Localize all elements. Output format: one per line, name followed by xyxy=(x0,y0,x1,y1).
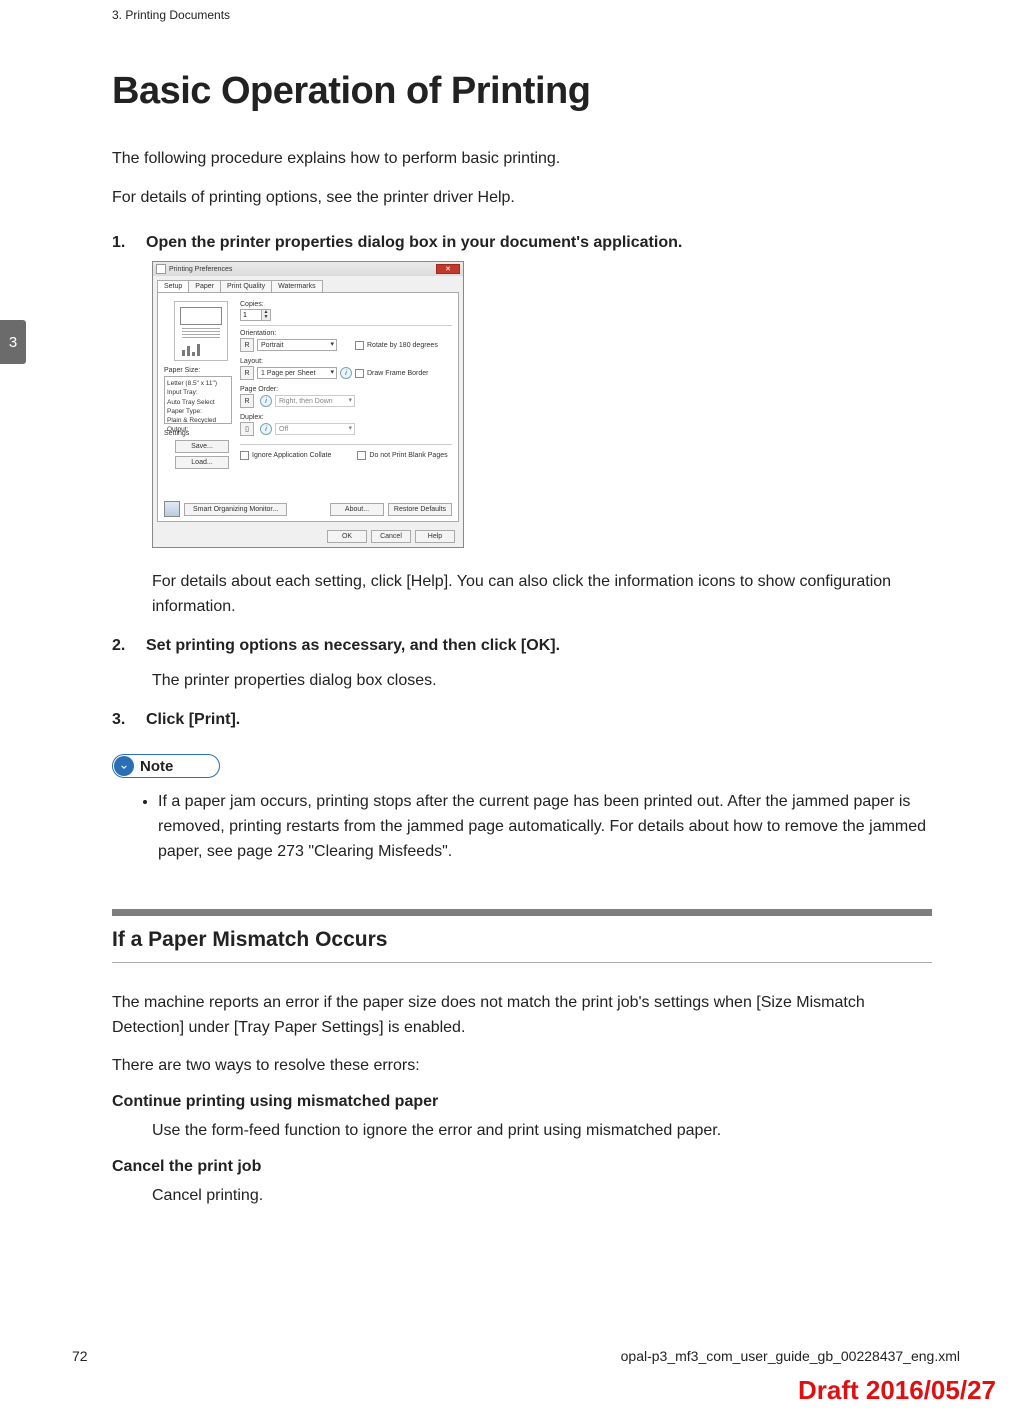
page-preview xyxy=(174,301,228,361)
list-item: Auto Tray Select xyxy=(167,398,229,407)
printing-preferences-dialog: Printing Preferences ✕ Setup Paper Print… xyxy=(152,261,464,548)
help-button[interactable]: Help xyxy=(415,530,455,543)
paper-settings-list[interactable]: Letter (8.5" x 11") Input Tray: Auto Tra… xyxy=(164,376,232,424)
settings-label: Settings xyxy=(164,430,240,437)
dialog-titlebar: Printing Preferences ✕ xyxy=(153,262,463,276)
printer-icon xyxy=(156,264,166,274)
step-title: Open the printer properties dialog box i… xyxy=(146,234,682,251)
list-item: Paper Type: xyxy=(167,407,229,416)
smart-organizing-monitor-button[interactable]: Smart Organizing Monitor... xyxy=(184,503,287,516)
ok-button[interactable]: OK xyxy=(327,530,367,543)
no-blank-label: Do not Print Blank Pages xyxy=(369,452,447,459)
reset-orientation-button[interactable]: R xyxy=(240,338,254,352)
step-body: The printer properties dialog box closes… xyxy=(152,669,932,694)
page-order-dropdown[interactable]: Right, then Down xyxy=(275,395,355,407)
note-list: If a paper jam occurs, printing stops af… xyxy=(158,790,932,864)
list-item: Input Tray: xyxy=(167,388,229,397)
ignore-collate-checkbox[interactable]: Ignore Application Collate xyxy=(240,451,331,460)
option-2-body: Cancel printing. xyxy=(152,1184,932,1209)
list-item: Letter (8.5" x 11") xyxy=(167,379,229,388)
subsection-heading: If a Paper Mismatch Occurs xyxy=(112,928,932,963)
list-item: Plain & Recycled xyxy=(167,416,229,425)
cancel-button[interactable]: Cancel xyxy=(371,530,411,543)
draw-border-checkbox[interactable]: Draw Frame Border xyxy=(355,369,428,378)
spin-down-icon[interactable]: ▼ xyxy=(261,315,270,320)
dialog-panel: Paper Size: Letter (8.5" x 11") Input Tr… xyxy=(157,292,459,522)
copies-label: Copies: xyxy=(240,301,452,308)
monitor-icon xyxy=(164,501,180,517)
intro-paragraph-1: The following procedure explains how to … xyxy=(112,147,932,172)
close-icon[interactable]: ✕ xyxy=(436,264,460,274)
draft-stamp: Draft 2016/05/27 xyxy=(798,1375,996,1406)
about-button[interactable]: About... xyxy=(330,503,384,516)
reset-layout-button[interactable]: R xyxy=(240,366,254,380)
info-icon[interactable]: i xyxy=(260,423,272,435)
info-icon[interactable]: i xyxy=(260,395,272,407)
tab-print-quality[interactable]: Print Quality xyxy=(220,280,272,292)
section-rule xyxy=(112,909,932,916)
step-number: 1. xyxy=(112,231,146,256)
sub-paragraph-1: The machine reports an error if the pape… xyxy=(112,991,932,1041)
step-3: 3.Click [Print]. xyxy=(112,708,932,733)
note-label: Note xyxy=(140,758,173,775)
option-1-head: Continue printing using mismatched paper xyxy=(112,1093,932,1111)
sub-paragraph-2: There are two ways to resolve these erro… xyxy=(112,1054,932,1079)
layout-dropdown[interactable]: 1 Page per Sheet xyxy=(257,367,337,379)
page-order-label: Page Order: xyxy=(240,386,452,393)
step-1: 1.Open the printer properties dialog box… xyxy=(112,231,932,620)
duplex-icon: ▯ xyxy=(240,422,254,436)
step-title: Click [Print]. xyxy=(146,711,240,728)
note-badge: Note xyxy=(112,754,220,778)
tab-watermarks[interactable]: Watermarks xyxy=(271,280,322,292)
duplex-dropdown[interactable]: Off xyxy=(275,423,355,435)
step-body: For details about each setting, click [H… xyxy=(152,570,932,620)
dialog-title: Printing Preferences xyxy=(169,266,232,273)
step-title: Set printing options as necessary, and t… xyxy=(146,637,560,654)
page-content: Basic Operation of Printing The followin… xyxy=(112,70,932,1209)
steps-list: 1.Open the printer properties dialog box… xyxy=(112,231,932,733)
copies-input[interactable] xyxy=(241,310,261,320)
page-number: 72 xyxy=(72,1348,88,1364)
step-number: 3. xyxy=(112,708,146,733)
option-2-head: Cancel the print job xyxy=(112,1158,932,1176)
ignore-collate-label: Ignore Application Collate xyxy=(252,452,331,459)
side-chapter-tab: 3 xyxy=(0,320,26,364)
footer-filename: opal-p3_mf3_com_user_guide_gb_00228437_e… xyxy=(621,1348,960,1364)
tab-paper[interactable]: Paper xyxy=(188,280,221,292)
rotate-checkbox[interactable]: Rotate by 180 degrees xyxy=(355,341,438,350)
duplex-label: Duplex: xyxy=(240,414,452,421)
orientation-dropdown[interactable]: Portrait xyxy=(257,339,337,351)
info-icon[interactable]: i xyxy=(340,367,352,379)
rotate-label: Rotate by 180 degrees xyxy=(367,342,438,349)
reset-page-order-button[interactable]: R xyxy=(240,394,254,408)
option-1-body: Use the form-feed function to ignore the… xyxy=(152,1119,932,1144)
tab-setup[interactable]: Setup xyxy=(157,280,189,292)
intro-paragraph-2: For details of printing options, see the… xyxy=(112,186,932,211)
no-blank-checkbox[interactable]: Do not Print Blank Pages xyxy=(357,451,447,460)
page-title: Basic Operation of Printing xyxy=(112,70,932,113)
note-arrow-icon xyxy=(114,756,134,776)
load-button[interactable]: Load... xyxy=(175,456,229,469)
step-number: 2. xyxy=(112,634,146,659)
step-2: 2.Set printing options as necessary, and… xyxy=(112,634,932,694)
note-item: If a paper jam occurs, printing stops af… xyxy=(158,790,932,864)
save-button[interactable]: Save... xyxy=(175,440,229,453)
layout-label: Layout: xyxy=(240,358,452,365)
orientation-label: Orientation: xyxy=(240,330,452,337)
restore-defaults-button[interactable]: Restore Defaults xyxy=(388,503,452,516)
dialog-tabs: Setup Paper Print Quality Watermarks xyxy=(153,276,463,292)
paper-size-label: Paper Size: xyxy=(164,367,240,374)
draw-border-label: Draw Frame Border xyxy=(367,370,428,377)
copies-spinner[interactable]: ▲▼ xyxy=(240,309,271,321)
chapter-header: 3. Printing Documents xyxy=(112,8,230,22)
